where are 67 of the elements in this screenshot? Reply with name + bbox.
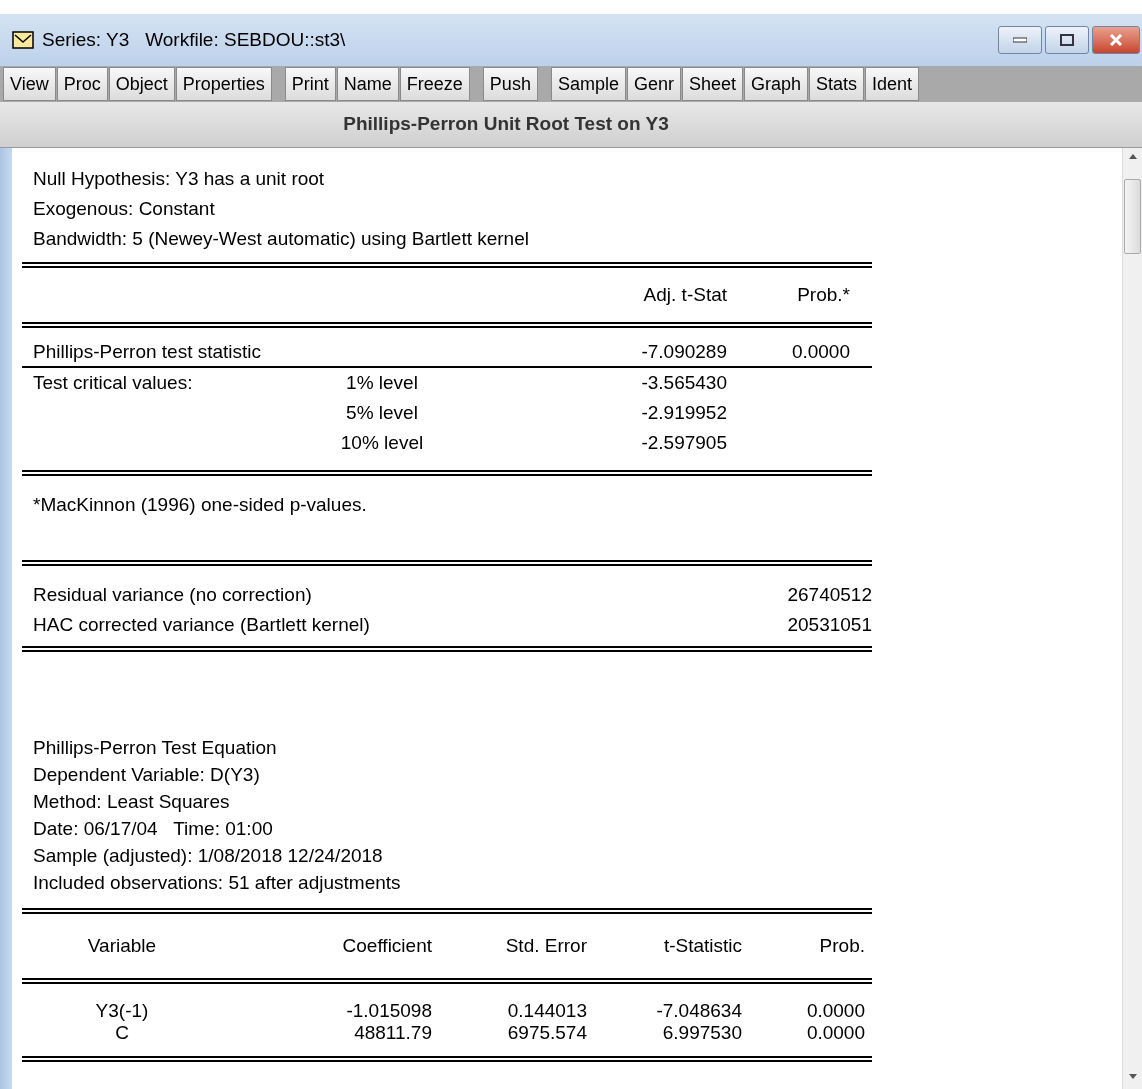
- footnote: *MacKinnon (1996) one-sided p-values.: [32, 493, 367, 517]
- toolbar-button[interactable]: View: [3, 67, 56, 101]
- toolbar-button[interactable]: Properties: [175, 67, 272, 101]
- header-line: Null Hypothesis: Y3 has a unit root: [32, 167, 325, 191]
- header-line: Included observations: 51 after adjustments: [32, 871, 401, 895]
- toolbar-button[interactable]: Push: [482, 67, 538, 101]
- toolbar-button[interactable]: Sheet: [681, 67, 743, 101]
- toolbar-button[interactable]: Name: [336, 67, 399, 101]
- column-header: Prob.: [819, 935, 865, 956]
- toolbar-button[interactable]: Ident: [865, 67, 920, 101]
- table-cell: Y3(-1): [95, 1000, 149, 1021]
- toolbar-button[interactable]: Freeze: [399, 67, 470, 101]
- toolbar-button[interactable]: Stats: [809, 67, 865, 101]
- scroll-down-icon[interactable]: [1128, 1074, 1137, 1079]
- minimize-icon: [1013, 37, 1027, 43]
- scrollbar[interactable]: [1122, 148, 1142, 1089]
- column-header: Std. Error: [505, 935, 587, 956]
- toolbar-button[interactable]: Genr: [626, 67, 681, 101]
- table-cell: 0.0000: [806, 1000, 865, 1021]
- table-cell: 0.0000: [791, 341, 850, 362]
- toolbar-button[interactable]: Object: [108, 67, 175, 101]
- table-cell: -2.919952: [641, 402, 727, 423]
- header-line: Bandwidth: 5 (Newey-West automatic) using Bartlett kernel: [32, 227, 529, 251]
- header-line: Sample (adjusted): 1/08/2018 12/24/2018: [32, 844, 383, 868]
- header-line: Method: Least Squares: [32, 790, 230, 814]
- table-cell: 6975.574: [507, 1022, 587, 1043]
- table-cell-text: 26740512: [787, 583, 872, 607]
- scroll-up-icon[interactable]: [1128, 154, 1137, 159]
- table-cell: 0.0000: [806, 1022, 865, 1043]
- toolbar-button[interactable]: Proc: [56, 67, 108, 101]
- window-title: Series: Y3 Workfile: SEBDOU::st3\: [42, 27, 346, 52]
- row-label: Residual variance (no correction): [32, 583, 312, 607]
- toolbar-button[interactable]: Graph: [744, 67, 809, 101]
- row-label: Test critical values:: [33, 372, 193, 393]
- row-label: HAC corrected variance (Bartlett kernel): [32, 613, 370, 637]
- row-label: Phillips-Perron test statistic: [33, 341, 262, 362]
- toolbar-button[interactable]: Print: [284, 67, 336, 101]
- column-header: t-Statistic: [663, 935, 742, 956]
- table-cell: 6.997530: [662, 1022, 742, 1043]
- header-line: Date: 06/17/04 Time: 01:00: [32, 817, 273, 841]
- table-cell: -7.048634: [656, 1000, 742, 1021]
- level-label: 5% level: [346, 402, 418, 423]
- toolbar-button[interactable]: Sample: [550, 67, 626, 101]
- column-header: Prob.*: [796, 283, 850, 307]
- table-cell: 48811.79: [354, 1022, 432, 1043]
- table-cell: -3.565430: [641, 372, 727, 393]
- header-line: Phillips-Perron Test Equation: [32, 736, 277, 760]
- column-header: Adj. t-Stat: [642, 283, 727, 307]
- header-line: Exogenous: Constant: [32, 197, 215, 221]
- table-cell: -7.090289: [641, 341, 727, 362]
- table-cell: C: [115, 1022, 129, 1043]
- maximize-icon: [1060, 34, 1074, 46]
- table-cell: -2.597905: [641, 432, 727, 453]
- column-header: Variable: [87, 935, 157, 956]
- level-label: 10% level: [340, 432, 424, 453]
- table-cell: -1.015098: [346, 1000, 432, 1021]
- series-icon: [12, 31, 34, 49]
- level-label: 1% level: [346, 372, 418, 393]
- view-title: Phillips-Perron Unit Root Test on Y3: [343, 112, 669, 137]
- close-icon: [1109, 34, 1123, 46]
- header-line: Dependent Variable: D(Y3): [32, 763, 260, 787]
- maximize-button[interactable]: [1045, 26, 1089, 54]
- table-cell-text: 20531051: [787, 613, 872, 637]
- table-cell: 0.144013: [507, 1000, 587, 1021]
- column-header: Coefficient: [342, 935, 432, 956]
- scrollbar-thumb[interactable]: [1124, 179, 1141, 254]
- close-button[interactable]: [1092, 26, 1140, 54]
